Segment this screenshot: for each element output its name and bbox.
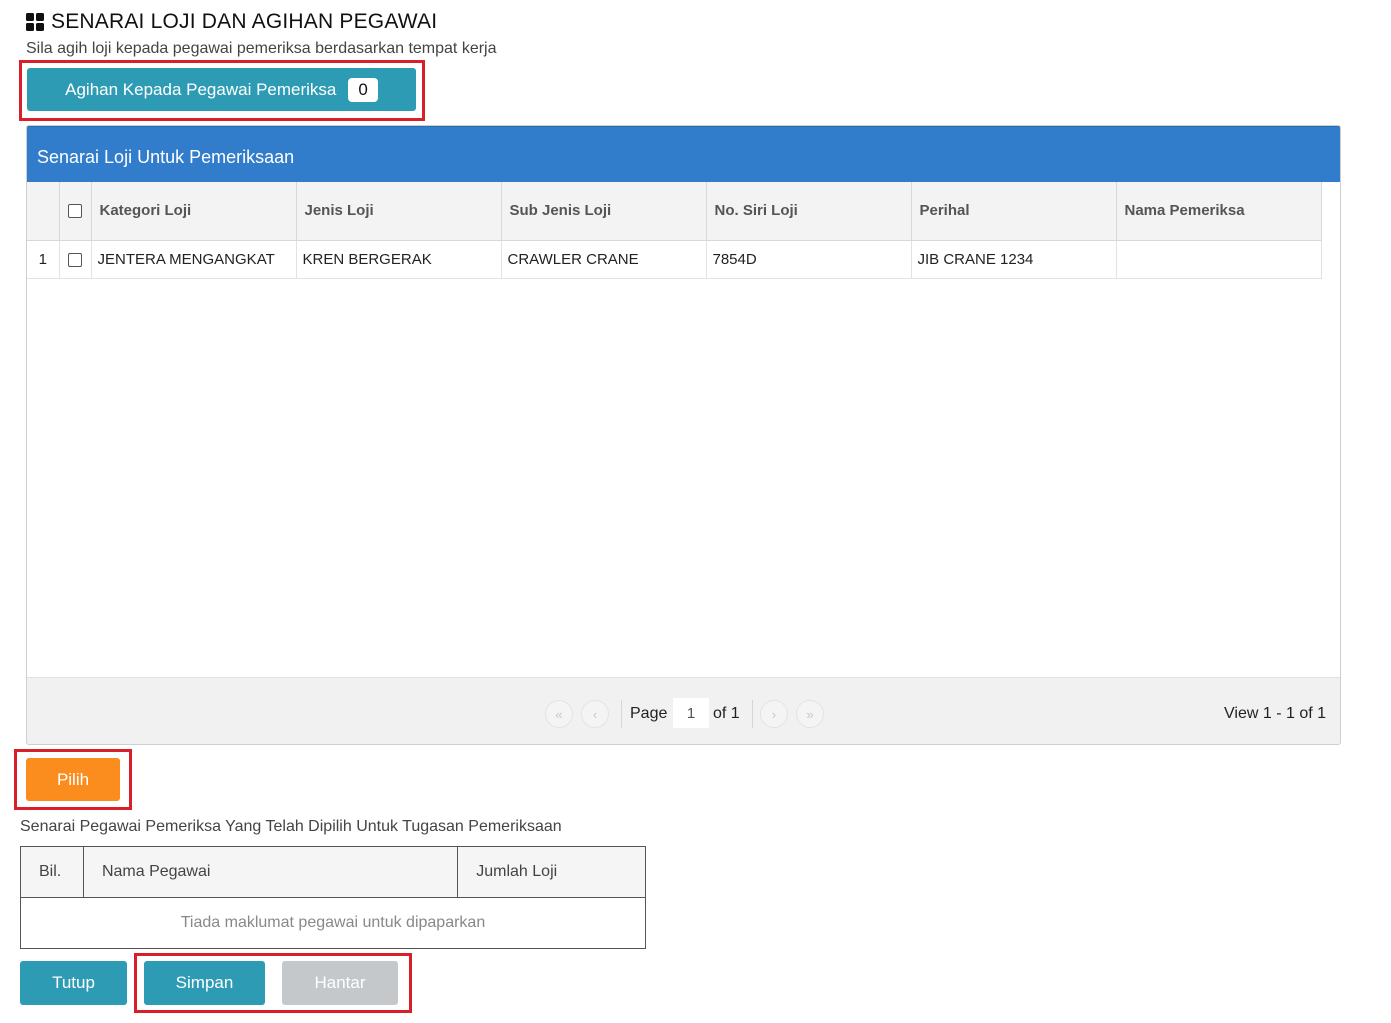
- pager: « ‹ Page of 1 › » View 1 - 1 of 1: [27, 677, 1340, 744]
- officer-table: Bil. Nama Pegawai Jumlah Loji Tiada makl…: [20, 846, 646, 949]
- cell-sub-jenis: CRAWLER CRANE: [501, 240, 707, 279]
- select-all-checkbox[interactable]: [68, 204, 82, 219]
- double-chevron-left-icon[interactable]: «: [545, 700, 573, 728]
- page-subtitle: Sila agih loji kepada pegawai pemeriksa …: [26, 40, 497, 57]
- column-header-bil: Bil.: [20, 846, 84, 898]
- column-header-jenis[interactable]: Jenis Loji: [296, 182, 502, 241]
- select-button[interactable]: Pilih: [26, 758, 120, 801]
- officer-section-label: Senarai Pegawai Pemeriksa Yang Telah Dip…: [20, 818, 562, 835]
- row-select-cell: [59, 240, 92, 279]
- column-header-kategori[interactable]: Kategori Loji: [91, 182, 297, 241]
- pager-divider: [621, 700, 622, 728]
- cell-pemeriksa: [1116, 240, 1322, 279]
- row-number: 1: [27, 240, 60, 279]
- column-header-sub-jenis[interactable]: Sub Jenis Loji: [501, 182, 707, 241]
- chevron-right-icon[interactable]: ›: [760, 700, 788, 728]
- save-button[interactable]: Simpan: [144, 961, 265, 1005]
- table-row[interactable]: 1 JENTERA MENGANGKAT KREN BERGERAK CRAWL…: [27, 240, 1322, 279]
- page-title: SENARAI LOJI DAN AGIHAN PEGAWAI: [26, 10, 437, 34]
- grid-icon: [26, 13, 44, 31]
- plant-table: Kategori Loji Jenis Loji Sub Jenis Loji …: [27, 182, 1322, 279]
- column-header-no-siri[interactable]: No. Siri Loji: [706, 182, 912, 241]
- column-header-perihal[interactable]: Perihal: [911, 182, 1117, 241]
- panel-title: Senarai Loji Untuk Pemeriksaan: [37, 147, 295, 167]
- select-button-label: Pilih: [56, 769, 90, 789]
- double-chevron-right-icon[interactable]: »: [796, 700, 824, 728]
- column-header-nama-pegawai: Nama Pegawai: [82, 846, 459, 898]
- select-all-header: [59, 182, 92, 241]
- row-number-header: [27, 182, 60, 241]
- cell-no-siri: 7854D: [706, 240, 912, 279]
- assign-count-badge: 0: [348, 77, 378, 102]
- cell-jenis: KREN BERGERAK: [296, 240, 502, 279]
- cell-perihal: JIB CRANE 1234: [911, 240, 1117, 279]
- page-title-text: SENARAI LOJI DAN AGIHAN PEGAWAI: [51, 10, 438, 33]
- close-button-label: Tutup: [52, 973, 95, 992]
- officer-header-row: Bil. Nama Pegawai Jumlah Loji: [20, 846, 646, 898]
- cell-kategori: JENTERA MENGANGKAT: [91, 240, 297, 279]
- empty-row: Tiada maklumat pegawai untuk dipaparkan: [20, 897, 646, 949]
- column-header-jumlah-loji: Jumlah Loji: [457, 846, 646, 898]
- chevron-left-icon[interactable]: ‹: [581, 700, 609, 728]
- column-header-pemeriksa[interactable]: Nama Pemeriksa: [1116, 182, 1322, 241]
- assign-officer-button[interactable]: Agihan Kepada Pegawai Pemeriksa 0: [27, 68, 416, 111]
- table-header-row: Kategori Loji Jenis Loji Sub Jenis Loji …: [27, 182, 1322, 241]
- page-label: Page: [630, 705, 668, 722]
- view-records-label: View 1 - 1 of 1: [1224, 705, 1326, 722]
- plant-list-panel: Senarai Loji Untuk Pemeriksaan Kategori …: [26, 125, 1341, 745]
- submit-button-label: Hantar: [314, 973, 366, 992]
- close-button[interactable]: Tutup: [20, 961, 127, 1005]
- row-checkbox[interactable]: [68, 252, 82, 267]
- submit-button[interactable]: Hantar: [282, 961, 398, 1005]
- pager-divider: [752, 700, 753, 728]
- save-button-label: Simpan: [175, 973, 234, 992]
- assign-officer-label: Agihan Kepada Pegawai Pemeriksa: [65, 79, 337, 99]
- page-total-label: of 1: [713, 705, 740, 722]
- panel-header: Senarai Loji Untuk Pemeriksaan: [27, 126, 1340, 182]
- empty-message: Tiada maklumat pegawai untuk dipaparkan: [20, 897, 646, 949]
- page-number-input[interactable]: [673, 698, 709, 728]
